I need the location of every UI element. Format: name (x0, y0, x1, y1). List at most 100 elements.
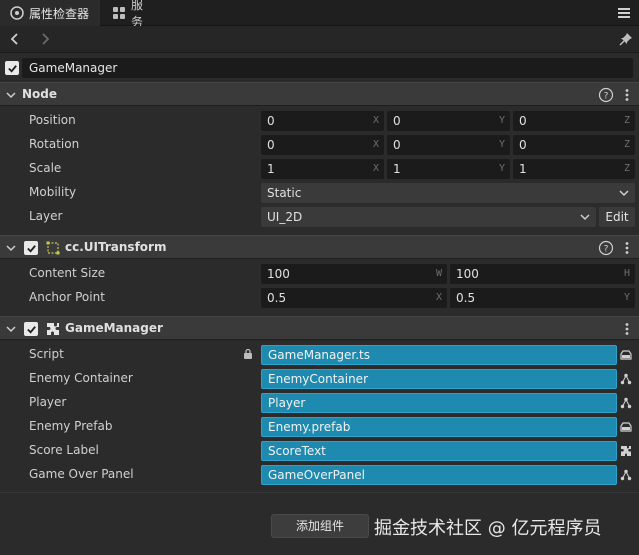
uitransform-section-header[interactable]: cc.UITransform ? (0, 235, 639, 259)
axis-letter: X (372, 115, 379, 126)
player-label: Player (29, 395, 67, 409)
axis-letter: H (623, 268, 630, 279)
panel-menu-icon[interactable] (615, 4, 633, 22)
svg-text:?: ? (604, 245, 609, 255)
script-asset-field[interactable]: GameManager.ts (261, 345, 617, 365)
scale-y-input[interactable]: 1Y (387, 159, 510, 179)
component-enabled-checkbox[interactable] (24, 241, 38, 255)
node-target-icon[interactable] (617, 393, 635, 413)
tab-inspector[interactable]: 属性检查器 (0, 0, 100, 26)
more-options-icon[interactable] (619, 321, 635, 337)
position-label: Position (29, 113, 76, 127)
collapse-caret-icon[interactable] (6, 324, 16, 334)
tab-label: 属性检查器 (29, 6, 90, 21)
scale-label: Scale (29, 161, 62, 175)
axis-letter: Y (498, 163, 505, 174)
position-y-input[interactable]: 0Y (387, 111, 510, 131)
field-value: 100 (267, 267, 290, 281)
panel-tab-bar: 属性检查器 服务 (0, 0, 639, 29)
add-component-button[interactable]: 添加组件 (271, 514, 369, 538)
axis-letter: X (372, 139, 379, 150)
enemy-prefab-label: Enemy Prefab (29, 419, 113, 433)
axis-letter: Z (623, 115, 630, 126)
node-active-checkbox[interactable] (5, 61, 19, 75)
rotation-y-input[interactable]: 0Y (387, 135, 510, 155)
component-target-icon[interactable] (617, 441, 635, 461)
pin-icon[interactable] (617, 30, 635, 48)
mobility-label: Mobility (29, 185, 77, 199)
script-label: Script (29, 347, 64, 361)
content-size-w-input[interactable]: 100 W (261, 264, 447, 284)
anchor-x-input[interactable]: 0.5 X (261, 288, 447, 308)
node-target-icon[interactable] (617, 465, 635, 485)
field-value: 1 (519, 162, 527, 176)
mobility-select[interactable]: Static (261, 183, 635, 203)
axis-letter: Y (498, 139, 505, 150)
rotation-label: Rotation (29, 137, 80, 151)
position-x-input[interactable]: 0X (261, 111, 384, 131)
axis-letter: Y (498, 115, 505, 126)
more-options-icon[interactable] (619, 240, 635, 256)
node-section-header[interactable]: Node ? (0, 82, 639, 106)
chevron-down-icon (580, 214, 590, 221)
back-arrow-icon[interactable] (6, 30, 24, 48)
position-z-input[interactable]: 0Z (513, 111, 635, 131)
collapse-caret-icon[interactable] (6, 90, 16, 100)
enemy-container-field[interactable]: EnemyContainer (261, 369, 617, 389)
component-enabled-checkbox[interactable] (24, 322, 38, 336)
watermark-text: 掘金技术社区 @ 亿元程序员 (374, 518, 602, 539)
collapse-caret-icon[interactable] (6, 243, 16, 253)
services-icon (112, 6, 126, 20)
content-size-label: Content Size (29, 266, 106, 280)
select-value: UI_2D (267, 210, 303, 224)
field-value: 1 (267, 162, 275, 176)
scale-z-input[interactable]: 1Z (513, 159, 635, 179)
tab-services[interactable]: 服务 (102, 0, 162, 29)
layer-edit-button[interactable]: Edit (599, 207, 635, 227)
more-options-icon[interactable] (619, 87, 635, 103)
gamemanager-section-header[interactable]: GameManager (0, 316, 639, 340)
field-value: 0 (267, 114, 275, 128)
uitransform-icon (46, 241, 60, 255)
player-field[interactable]: Player (261, 393, 617, 413)
inspector-icon (10, 6, 24, 20)
field-value: 0 (393, 114, 401, 128)
asset-browse-icon[interactable] (617, 345, 635, 365)
help-icon[interactable]: ? (598, 240, 614, 256)
node-target-icon[interactable] (617, 369, 635, 389)
game-over-panel-field[interactable]: GameOverPanel (261, 465, 617, 485)
axis-letter: Z (623, 139, 630, 150)
field-value: 0.5 (267, 291, 287, 305)
content-size-h-input[interactable]: 100 H (450, 264, 635, 284)
layer-select[interactable]: UI_2D (261, 207, 596, 227)
forward-arrow-icon[interactable] (36, 30, 54, 48)
axis-letter: Z (623, 163, 630, 174)
section-title: GameManager (65, 321, 163, 335)
rotation-z-input[interactable]: 0Z (513, 135, 635, 155)
field-value: 0.5 (456, 291, 476, 305)
lock-icon (244, 348, 252, 359)
score-label-field[interactable]: ScoreText (261, 441, 617, 461)
section-title: cc.UITransform (65, 240, 167, 254)
axis-letter: W (435, 268, 442, 279)
field-value: 100 (456, 267, 479, 281)
layer-label: Layer (29, 209, 63, 223)
help-icon[interactable]: ? (598, 87, 614, 103)
game-over-panel-label: Game Over Panel (29, 467, 134, 481)
field-value: 0 (519, 138, 527, 152)
field-value: 1 (393, 162, 401, 176)
anchor-y-input[interactable]: 0.5 Y (450, 288, 635, 308)
rotation-x-input[interactable]: 0X (261, 135, 384, 155)
enemy-prefab-field[interactable]: Enemy.prefab (261, 417, 617, 437)
field-value: 0 (267, 138, 275, 152)
node-name-input[interactable]: GameManager (22, 58, 633, 78)
axis-letter: X (372, 163, 379, 174)
scale-x-input[interactable]: 1X (261, 159, 384, 179)
axis-letter: X (435, 292, 442, 303)
chevron-down-icon (619, 190, 629, 197)
asset-browse-icon[interactable] (617, 417, 635, 437)
axis-letter: Y (623, 292, 630, 303)
anchor-point-label: Anchor Point (29, 290, 105, 304)
score-label-label: Score Label (29, 443, 99, 457)
enemy-container-label: Enemy Container (29, 371, 133, 385)
